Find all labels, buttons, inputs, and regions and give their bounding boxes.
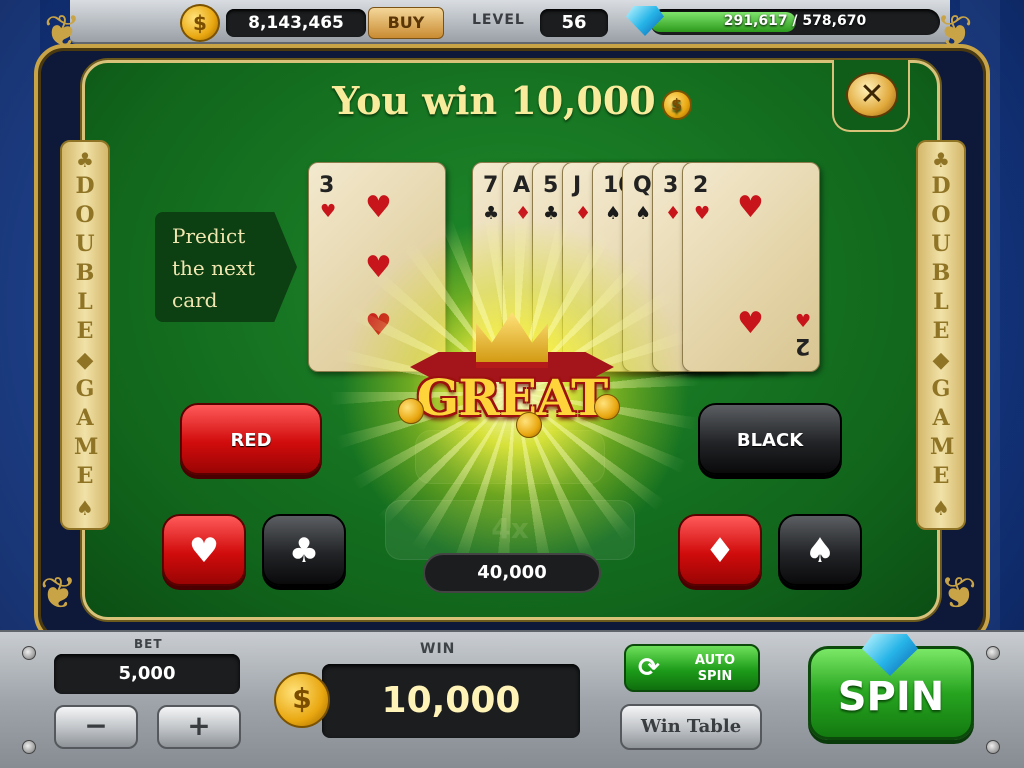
auto-spin-label: AUTO SPIN xyxy=(694,653,736,684)
club-icon: ♣ xyxy=(483,203,500,224)
win-title-text: You win 10,000 xyxy=(332,78,656,123)
coin-icon: $ xyxy=(274,672,330,728)
bet-label: BET xyxy=(134,637,163,651)
payout-amount: 40,000 xyxy=(423,553,601,593)
side-banner-text: DOUBLE◆GAME xyxy=(930,173,955,489)
diamond-suit-icon: ♦ xyxy=(665,203,682,224)
coin-icon xyxy=(398,398,424,424)
screw-icon xyxy=(22,646,36,660)
heart-icon: ♥ xyxy=(795,311,812,332)
predict-text: Predict the next card xyxy=(172,224,256,312)
spade-icon: ♠ xyxy=(635,203,652,224)
spade-icon: ♠ xyxy=(76,496,94,520)
bet-decrease-button[interactable]: − xyxy=(54,705,138,749)
spade-icon: ♠ xyxy=(932,496,950,520)
card-rank: 2 xyxy=(795,333,811,358)
side-banner-text: DOUBLE◆GAME xyxy=(74,173,99,489)
club-icon: ♣ xyxy=(932,148,950,172)
scroll-ornament-icon: ❦ xyxy=(40,568,77,619)
win-label: WIN xyxy=(420,641,456,657)
spade-icon: ♠ xyxy=(605,203,622,224)
multiplier-zone xyxy=(415,430,605,484)
card-rank: 2 xyxy=(693,173,709,198)
win-table-button[interactable]: Win Table xyxy=(620,704,762,750)
diamond-suit-icon: ♦ xyxy=(515,203,532,224)
spade-icon: ♠ xyxy=(804,531,836,571)
buy-button[interactable]: BUY xyxy=(368,7,444,39)
heart-button[interactable]: ♥ xyxy=(162,514,246,586)
card-rank: 3 xyxy=(319,173,335,198)
screw-icon xyxy=(986,646,1000,660)
current-card: 3 ♥ ♥ ♥ ♥ xyxy=(308,162,446,372)
black-button[interactable]: BLACK xyxy=(698,403,842,475)
scroll-ornament-icon: ❦ xyxy=(44,6,81,57)
heart-icon: ♥ xyxy=(320,201,337,222)
level-label: LEVEL xyxy=(472,12,525,28)
card-rank: 5 xyxy=(543,173,559,198)
auto-spin-button[interactable]: ⟳ AUTO SPIN xyxy=(624,644,760,692)
club-icon: ♣ xyxy=(288,531,320,571)
scroll-ornament-icon: ❦ xyxy=(940,568,977,619)
side-banner-left: ♣ DOUBLE◆GAME ♠ xyxy=(60,140,110,530)
card-rank: Q xyxy=(633,173,652,198)
win-value: 10,000 xyxy=(322,664,580,738)
screw-icon xyxy=(986,740,1000,754)
card-rank: 3 xyxy=(663,173,679,198)
xp-progress-bar: 291,617 / 578,670 xyxy=(650,9,940,35)
spade-button[interactable]: ♠ xyxy=(778,514,862,586)
coin-icon xyxy=(516,412,542,438)
heart-icon: ♥ xyxy=(365,190,392,225)
diamond-button[interactable]: ♦ xyxy=(678,514,762,586)
diamond-suit-icon: ♦ xyxy=(575,203,592,224)
screw-icon xyxy=(22,740,36,754)
red-button[interactable]: RED xyxy=(180,403,322,475)
card-rank: 7 xyxy=(483,173,499,198)
coin-icon: $ xyxy=(661,89,692,120)
multiplier-zone: 4x xyxy=(385,500,635,560)
side-banner-right: ♣ DOUBLE◆GAME ♠ xyxy=(916,140,966,530)
heart-icon: ♥ xyxy=(365,250,392,285)
close-button[interactable]: ✕ xyxy=(846,72,898,118)
bet-increase-button[interactable]: + xyxy=(157,705,241,749)
level-value: 56 xyxy=(540,9,608,37)
coin-balance: 8,143,465 xyxy=(226,9,366,37)
bet-value: 5,000 xyxy=(54,654,240,694)
refresh-icon: ⟳ xyxy=(638,653,660,683)
heart-icon: ♥ xyxy=(737,306,764,341)
club-icon: ♣ xyxy=(76,148,94,172)
history-card: 2 ♥ ♥ ♥ ♥ 2 xyxy=(682,162,820,372)
card-rank: J xyxy=(573,173,582,198)
club-button[interactable]: ♣ xyxy=(262,514,346,586)
scroll-ornament-icon: ❦ xyxy=(936,6,973,57)
heart-icon: ♥ xyxy=(737,190,764,225)
diamond-suit-icon: ♦ xyxy=(704,531,736,571)
coin-stack-icon: $ xyxy=(180,4,220,42)
heart-icon: ♥ xyxy=(188,531,220,571)
heart-icon: ♥ xyxy=(694,203,711,224)
xp-text: 291,617 / 578,670 xyxy=(723,13,867,29)
great-banner-text: GREAT xyxy=(416,368,609,427)
heart-icon: ♥ xyxy=(365,308,392,343)
card-rank: A xyxy=(513,173,531,198)
club-icon: ♣ xyxy=(543,203,560,224)
coin-icon xyxy=(594,394,620,420)
